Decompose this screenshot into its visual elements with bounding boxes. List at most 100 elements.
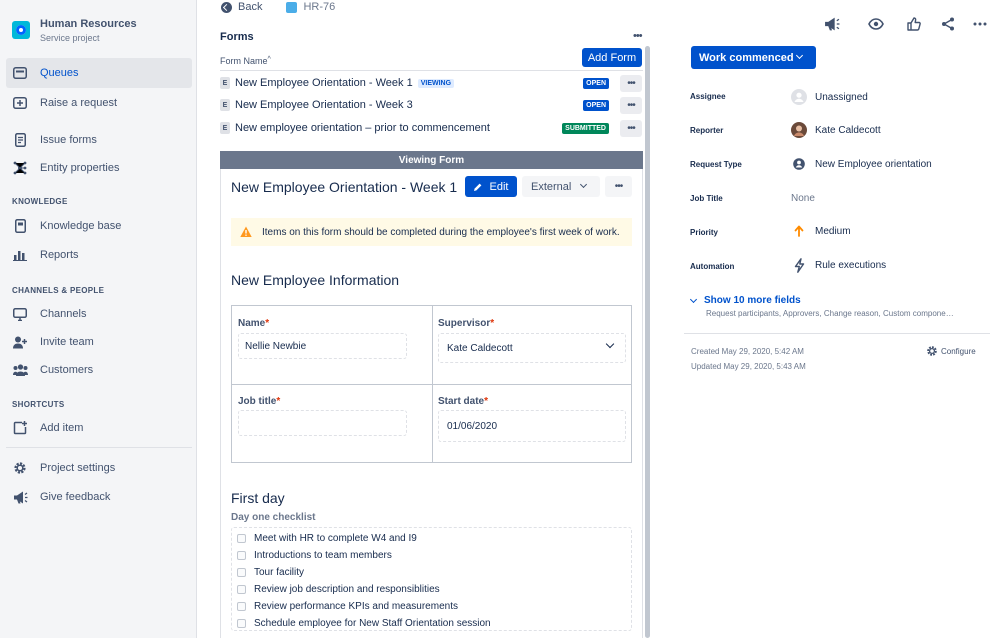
configure-button[interactable]: Configure — [926, 345, 976, 357]
sidebar-item-customers[interactable]: Customers — [6, 355, 192, 385]
sidebar-item-invite-team[interactable]: Invite team — [6, 327, 192, 357]
form-more-button[interactable]: ••• — [605, 176, 632, 197]
user-avatar — [791, 122, 807, 138]
sidebar-item-label: Project settings — [40, 462, 116, 474]
supervisor-select[interactable]: Kate Caldecott — [438, 333, 626, 363]
job-title-detail-label: Job Title — [690, 194, 723, 203]
hidden-fields-summary: Request participants, Approvers, Change … — [706, 309, 954, 318]
megaphone-icon — [12, 489, 28, 505]
priority-label: Priority — [690, 228, 719, 237]
project-header[interactable]: Human Resources Service project — [12, 18, 137, 45]
start-date-field[interactable]: 01/06/2020 — [438, 410, 626, 442]
sidebar-item-entity-properties[interactable]: Entity properties — [6, 153, 192, 183]
form-row[interactable]: E New employee orientation – prior to co… — [220, 118, 643, 138]
row-more-button[interactable]: ••• — [620, 119, 642, 137]
assignee-value[interactable]: Unassigned — [791, 88, 868, 106]
reports-icon — [12, 247, 28, 263]
status-transition-button[interactable]: Work commenced — [691, 46, 816, 69]
form-row-name[interactable]: New employee orientation – prior to comm… — [235, 122, 490, 134]
chevron-down-icon — [795, 51, 804, 60]
form-row[interactable]: E New Employee Orientation - Week 3 OPEN… — [220, 95, 643, 115]
back-link[interactable]: Back — [238, 1, 262, 13]
checkbox[interactable] — [237, 567, 246, 577]
day-one-checklist: Meet with HR to complete W4 and I9 Intro… — [231, 527, 632, 631]
checklist-item-label: Introductions to team members — [254, 549, 392, 561]
job-title-detail-value[interactable]: None — [791, 189, 815, 207]
checklist-item[interactable]: Meet with HR to complete W4 and I9 — [237, 531, 417, 545]
supervisor-value: Kate Caldecott — [447, 342, 513, 354]
forms-more-button[interactable]: ••• — [633, 30, 643, 42]
sidebar-item-project-settings[interactable]: Project settings — [6, 453, 192, 483]
name-field[interactable]: Nellie Newbie — [238, 333, 407, 359]
sidebar-item-raise-request[interactable]: Raise a request — [6, 88, 192, 118]
assignee-label: Assignee — [690, 92, 726, 101]
row-more-button[interactable]: ••• — [620, 96, 642, 114]
form-row-name[interactable]: New Employee Orientation - Week 3 — [235, 99, 413, 111]
issue-key[interactable]: HR-76 — [303, 1, 335, 13]
scrollbar[interactable] — [645, 46, 650, 638]
raise-request-icon — [12, 95, 28, 111]
sidebar-item-give-feedback[interactable]: Give feedback — [6, 482, 192, 512]
section-knowledge: KNOWLEDGE — [12, 197, 68, 206]
show-more-fields-button[interactable]: Show 10 more fields — [689, 295, 801, 306]
form-type-badge: E — [220, 77, 230, 89]
sidebar-item-channels[interactable]: Channels — [6, 299, 192, 329]
form-row[interactable]: E New Employee Orientation - Week 1 VIEW… — [220, 73, 643, 93]
checklist-item-label: Review job description and responsibliti… — [254, 583, 440, 595]
status-badge: SUBMITTED — [562, 122, 609, 134]
viewing-form-bar: Viewing Form — [220, 151, 643, 169]
checklist-item[interactable]: Review performance KPIs and measurements — [237, 599, 458, 613]
checklist-item[interactable]: Introductions to team members — [237, 548, 392, 562]
checklist-item[interactable]: Schedule employee for New Staff Orientat… — [237, 616, 491, 630]
sidebar-item-knowledge-base[interactable]: Knowledge base — [6, 211, 192, 241]
row-more-button[interactable]: ••• — [620, 74, 642, 92]
checklist-item[interactable]: Review job description and responsibliti… — [237, 582, 440, 596]
request-type-label: Request Type — [690, 160, 742, 169]
edit-button[interactable]: Edit — [465, 176, 517, 197]
reporter-value[interactable]: Kate Caldecott — [791, 121, 881, 139]
sidebar-item-label: Queues — [40, 67, 79, 79]
share-icon[interactable] — [939, 15, 957, 33]
checkbox[interactable] — [237, 618, 246, 628]
checkbox[interactable] — [237, 584, 246, 594]
job-title-field[interactable] — [238, 410, 407, 436]
sidebar-item-queues[interactable]: Queues — [6, 58, 192, 88]
name-field-label: Name* — [238, 318, 269, 329]
sidebar-item-label: Raise a request — [40, 97, 118, 109]
checklist-item[interactable]: Tour facility — [237, 565, 304, 579]
sidebar-item-issue-forms[interactable]: Issue forms — [6, 125, 192, 155]
like-thumb-icon[interactable] — [905, 15, 923, 33]
sidebar-item-label: Entity properties — [40, 162, 120, 174]
watch-eye-icon[interactable] — [867, 15, 885, 33]
add-form-button[interactable]: Add Form — [582, 48, 642, 67]
form-row-name[interactable]: New Employee Orientation - Week 1 — [235, 77, 413, 89]
reporter-name: Kate Caldecott — [815, 124, 881, 136]
more-actions-icon[interactable] — [971, 15, 989, 33]
form-title: New Employee Orientation - Week 1 — [231, 179, 458, 195]
checkbox[interactable] — [237, 533, 246, 543]
sidebar-item-label: Knowledge base — [40, 220, 122, 232]
request-type-value[interactable]: New Employee orientation — [791, 155, 932, 173]
automation-value[interactable]: Rule executions — [791, 256, 886, 274]
sidebar-divider — [6, 447, 192, 448]
checkbox[interactable] — [237, 550, 246, 560]
issue-type-icon — [286, 1, 298, 13]
priority-value[interactable]: Medium — [791, 222, 851, 240]
add-item-icon — [12, 420, 28, 436]
chevron-down-icon — [689, 295, 698, 303]
back-arrow-icon[interactable] — [221, 1, 232, 13]
feedback-megaphone-icon[interactable] — [823, 15, 841, 33]
sidebar-item-reports[interactable]: Reports — [6, 240, 192, 270]
warning-banner: Items on this form should be completed d… — [231, 218, 632, 246]
start-date-label-text: Start date — [438, 396, 485, 407]
project-logo — [12, 21, 30, 39]
visibility-dropdown[interactable]: External — [522, 176, 600, 197]
gear-icon — [12, 460, 28, 476]
sidebar-item-add-item[interactable]: Add item — [6, 413, 192, 443]
form-name-column-header[interactable]: Form Name^ — [220, 56, 271, 66]
assignee-name: Unassigned — [815, 91, 868, 103]
checklist-item-label: Meet with HR to complete W4 and I9 — [254, 532, 417, 544]
status-badge: OPEN — [583, 99, 609, 111]
checkbox[interactable] — [237, 601, 246, 611]
sidebar-item-label: Issue forms — [40, 134, 97, 146]
